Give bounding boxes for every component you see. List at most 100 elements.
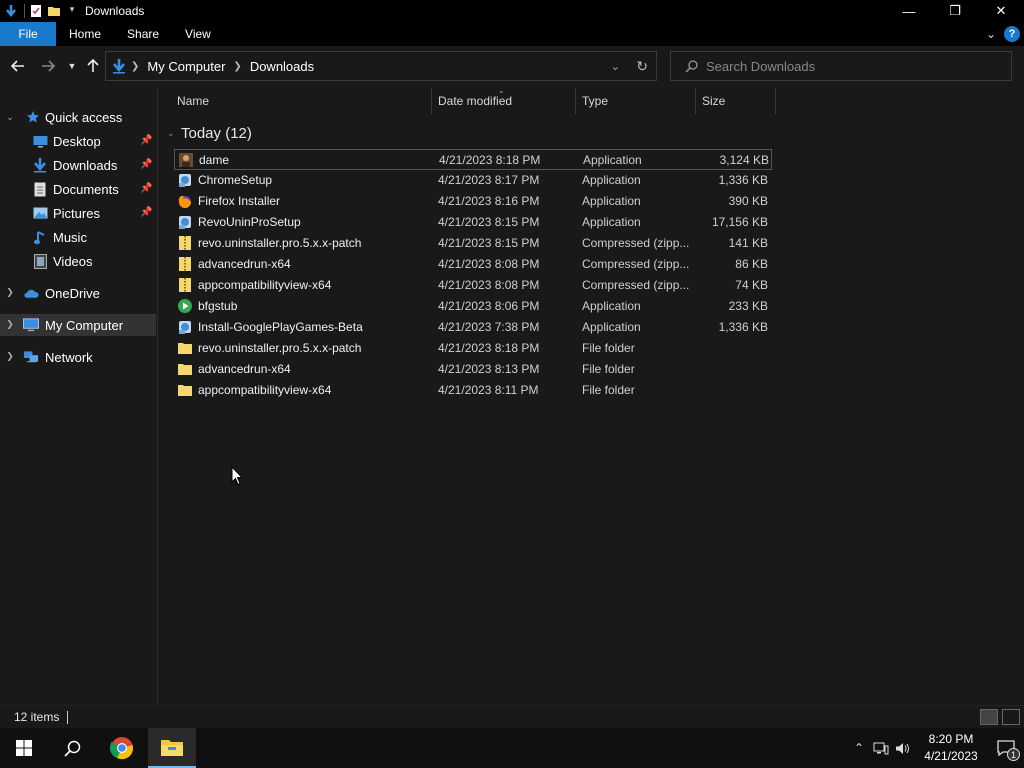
- zip-folder-icon: [177, 235, 193, 251]
- file-row[interactable]: dame 4/21/2023 8:18 PM Application 3,124 KB: [174, 149, 772, 170]
- volume-icon[interactable]: [892, 728, 914, 768]
- file-row[interactable]: ChromeSetup 4/21/2023 8:17 PM Application 1…: [174, 170, 772, 191]
- nav-my-computer[interactable]: ❯ My Computer: [0, 314, 156, 336]
- file-row[interactable]: revo.uninstaller.pro.5.x.x-patch 4/21/202…: [174, 338, 772, 359]
- nav-label: Quick access: [45, 110, 123, 125]
- file-row[interactable]: appcompatibilityview-x64 4/21/2023 8:08 P…: [174, 275, 772, 296]
- nav-label: Desktop: [53, 134, 101, 149]
- customize-qat-icon[interactable]: ▾: [65, 4, 79, 18]
- file-date: 4/21/2023 8:15 PM: [438, 236, 540, 250]
- nav-onedrive[interactable]: ❯ OneDrive: [0, 282, 156, 304]
- file-name: Firefox Installer: [198, 194, 281, 208]
- folder-icon: [177, 340, 193, 356]
- address-bar[interactable]: ❯ My Computer ❯ Downloads ⌄ ↻: [105, 51, 657, 81]
- chevron-expanded-icon[interactable]: ⌄: [5, 112, 15, 123]
- search-icon: [685, 59, 698, 73]
- nav-label: My Computer: [45, 318, 124, 333]
- navigation-pane: ⌄ Quick access Desktop 📌 Downloads 📌 Doc…: [0, 88, 158, 705]
- up-button[interactable]: [83, 56, 103, 76]
- breadcrumb-downloads[interactable]: Downloads: [250, 59, 314, 74]
- file-name: appcompatibilityview-x64: [198, 278, 332, 292]
- file-name: appcompatibilityview-x64: [198, 383, 332, 397]
- forward-button[interactable]: [38, 56, 58, 76]
- new-folder-icon[interactable]: [47, 4, 61, 18]
- nav-downloads[interactable]: Downloads 📌: [0, 154, 156, 176]
- restore-button[interactable]: ❐: [932, 0, 978, 22]
- action-center-button[interactable]: 1: [988, 728, 1024, 768]
- file-row[interactable]: bfgstub 4/21/2023 8:06 PM Application 233 K…: [174, 296, 772, 317]
- nav-music[interactable]: Music: [0, 226, 156, 248]
- file-row[interactable]: advancedrun-x64 4/21/2023 8:13 PM File fol…: [174, 359, 772, 380]
- help-icon[interactable]: ?: [1004, 26, 1020, 42]
- file-row[interactable]: advancedrun-x64 4/21/2023 8:08 PM Compress…: [174, 254, 772, 275]
- file-size: 74 KB: [735, 278, 768, 292]
- properties-icon[interactable]: [29, 4, 43, 18]
- tab-home[interactable]: Home: [56, 22, 114, 46]
- file-row[interactable]: RevoUninProSetup 4/21/2023 8:15 PM Applica…: [174, 212, 772, 233]
- up-arrow-icon: [87, 59, 99, 72]
- nav-documents[interactable]: Documents 📌: [0, 178, 156, 200]
- network-status-icon[interactable]: [870, 728, 892, 768]
- download-icon: [32, 157, 48, 173]
- file-type: Application: [582, 215, 641, 229]
- firefox-icon: [177, 193, 193, 209]
- nav-videos[interactable]: Videos: [0, 250, 156, 272]
- tab-file[interactable]: File: [0, 22, 56, 46]
- taskbar-search-button[interactable]: [48, 728, 96, 768]
- file-date: 4/21/2023 8:08 PM: [438, 257, 540, 271]
- show-hidden-icons-icon[interactable]: ⌃: [848, 728, 870, 768]
- minimize-button[interactable]: —: [886, 0, 932, 22]
- chevron-right-icon[interactable]: ❯: [5, 351, 15, 362]
- title-bar: ▾ Downloads — ❐ ✕: [0, 0, 1024, 22]
- chevron-right-icon[interactable]: ❯: [5, 319, 15, 330]
- group-header-today[interactable]: ⌄ Today (12): [159, 122, 252, 144]
- nav-pictures[interactable]: Pictures 📌: [0, 202, 156, 224]
- pictures-icon: [32, 205, 48, 221]
- nav-network[interactable]: ❯ Network: [0, 346, 156, 368]
- taskbar-file-explorer[interactable]: [148, 728, 196, 768]
- folder-icon: [177, 382, 193, 398]
- file-date: 4/21/2023 8:18 PM: [438, 341, 540, 355]
- address-history-dropdown-icon[interactable]: ⌄: [611, 60, 620, 73]
- group-collapse-icon[interactable]: ⌄: [167, 128, 175, 139]
- pin-icon: 📌: [140, 183, 153, 194]
- column-header-date[interactable]: Date modified ⌄: [432, 86, 576, 114]
- file-row[interactable]: appcompatibilityview-x64 4/21/2023 8:11 P…: [174, 380, 772, 401]
- pin-icon: 📌: [140, 159, 153, 170]
- file-row[interactable]: revo.uninstaller.pro.5.x.x-patch 4/21/202…: [174, 233, 772, 254]
- search-box[interactable]: Search Downloads: [670, 51, 1012, 81]
- breadcrumb-my-computer[interactable]: My Computer: [147, 59, 225, 74]
- file-row[interactable]: Install-GooglePlayGames-Beta 4/21/2023 7:…: [174, 317, 772, 338]
- taskbar-chrome[interactable]: [98, 728, 146, 768]
- start-button[interactable]: [0, 728, 48, 768]
- close-button[interactable]: ✕: [978, 0, 1024, 22]
- videos-icon: [32, 253, 48, 269]
- file-date: 4/21/2023 8:15 PM: [438, 215, 540, 229]
- file-explorer-icon: [161, 740, 183, 756]
- chevron-right-icon[interactable]: ❯: [5, 287, 15, 298]
- expand-ribbon-icon[interactable]: ⌄: [986, 27, 996, 41]
- back-button[interactable]: [8, 56, 28, 76]
- search-input[interactable]: Search Downloads: [706, 59, 815, 74]
- documents-icon: [32, 181, 48, 197]
- tab-view[interactable]: View: [172, 22, 224, 46]
- file-row[interactable]: Firefox Installer 4/21/2023 8:16 PM Applic…: [174, 191, 772, 212]
- file-size: 1,336 KB: [718, 173, 768, 187]
- column-header-name[interactable]: Name: [159, 88, 432, 114]
- clock-time: 8:20 PM: [928, 732, 974, 746]
- large-icons-view-button[interactable]: [1002, 709, 1020, 725]
- file-name: advancedrun-x64: [198, 257, 291, 271]
- file-type: Compressed (zipp...: [582, 236, 690, 250]
- taskbar-clock[interactable]: 8:20 PM 4/21/2023: [914, 731, 988, 765]
- window-title: Downloads: [85, 4, 145, 18]
- details-view-button[interactable]: [980, 709, 998, 725]
- tab-share[interactable]: Share: [114, 22, 172, 46]
- recent-locations-button[interactable]: ▼: [62, 56, 82, 76]
- refresh-icon[interactable]: ↻: [636, 58, 648, 75]
- nav-desktop[interactable]: Desktop 📌: [0, 130, 156, 152]
- file-size: 141 KB: [728, 236, 768, 250]
- column-header-type[interactable]: Type: [576, 88, 696, 114]
- downloads-location-icon: [111, 58, 127, 74]
- column-header-size[interactable]: Size: [696, 88, 776, 114]
- nav-quick-access[interactable]: ⌄ Quick access: [0, 106, 156, 128]
